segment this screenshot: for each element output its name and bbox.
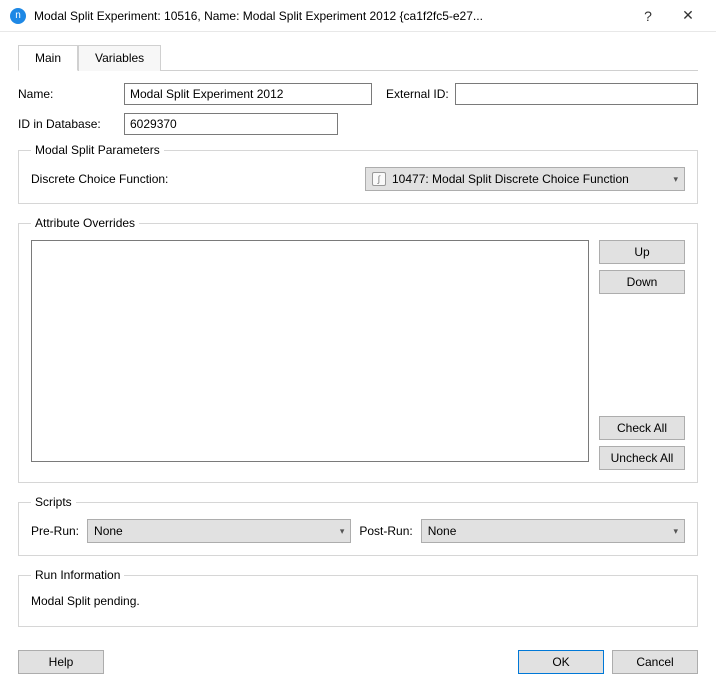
dcf-label: Discrete Choice Function: <box>31 172 168 186</box>
run-info-group: Run Information Modal Split pending. <box>18 568 698 627</box>
dcf-dropdown[interactable]: ∫ 10477: Modal Split Discrete Choice Fun… <box>365 167 685 191</box>
check-all-button[interactable]: Check All <box>599 416 685 440</box>
dbid-label: ID in Database: <box>18 117 118 131</box>
chevron-down-icon: ▾ <box>673 526 678 537</box>
ok-button[interactable]: OK <box>518 650 604 674</box>
dialog-footer: Help OK Cancel <box>18 650 698 674</box>
dbid-input[interactable] <box>124 113 338 135</box>
external-id-label: External ID: <box>386 87 449 101</box>
attribute-overrides-legend: Attribute Overrides <box>31 216 139 230</box>
scripts-group: Scripts Pre-Run: None ▾ Post-Run: None ▾ <box>18 495 698 556</box>
scripts-legend: Scripts <box>31 495 76 509</box>
pre-run-label: Pre-Run: <box>31 524 79 538</box>
down-button[interactable]: Down <box>599 270 685 294</box>
external-id-input[interactable] <box>455 83 698 105</box>
up-button[interactable]: Up <box>599 240 685 264</box>
attribute-overrides-list[interactable] <box>31 240 589 462</box>
dialog-content: Main Variables Name: External ID: ID in … <box>0 32 716 651</box>
post-run-dropdown[interactable]: None ▾ <box>421 519 685 543</box>
dcf-selected-text: 10477: Modal Split Discrete Choice Funct… <box>392 172 667 186</box>
row-name: Name: External ID: <box>18 83 698 105</box>
cancel-button[interactable]: Cancel <box>612 650 698 674</box>
pre-run-value: None <box>94 524 334 538</box>
close-icon[interactable]: ✕ <box>668 2 708 30</box>
help-button[interactable]: Help <box>18 650 104 674</box>
help-icon[interactable]: ? <box>628 2 668 30</box>
row-dbid: ID in Database: <box>18 113 698 135</box>
post-run-label: Post-Run: <box>359 524 412 538</box>
function-icon: ∫ <box>372 172 386 186</box>
app-icon: n <box>10 8 26 24</box>
window-title: Modal Split Experiment: 10516, Name: Mod… <box>34 9 628 23</box>
chevron-down-icon: ▾ <box>340 526 345 537</box>
modal-split-legend: Modal Split Parameters <box>31 143 164 157</box>
attribute-list-buttons: Up Down Check All Uncheck All <box>599 240 685 470</box>
tab-main[interactable]: Main <box>18 45 78 71</box>
titlebar: n Modal Split Experiment: 10516, Name: M… <box>0 0 716 32</box>
tab-variables[interactable]: Variables <box>78 45 161 71</box>
modal-split-group: Modal Split Parameters Discrete Choice F… <box>18 143 698 204</box>
name-label: Name: <box>18 87 118 101</box>
run-info-legend: Run Information <box>31 568 124 582</box>
name-input[interactable] <box>124 83 372 105</box>
chevron-down-icon: ▾ <box>673 174 678 185</box>
post-run-value: None <box>428 524 668 538</box>
attribute-overrides-group: Attribute Overrides Up Down Check All Un… <box>18 216 698 483</box>
uncheck-all-button[interactable]: Uncheck All <box>599 446 685 470</box>
run-info-text: Modal Split pending. <box>31 592 685 614</box>
tabstrip: Main Variables <box>18 44 698 71</box>
pre-run-dropdown[interactable]: None ▾ <box>87 519 351 543</box>
